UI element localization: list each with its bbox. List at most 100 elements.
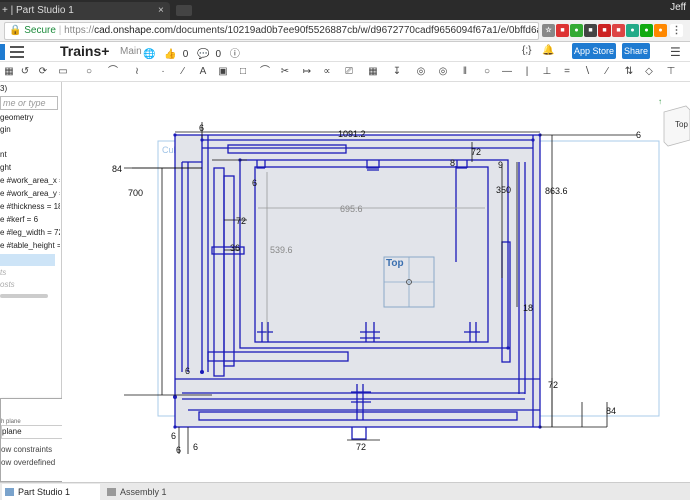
feature-filter-input[interactable]: me or type [0,96,58,110]
onshape-logo-icon[interactable] [0,44,5,60]
feature-item[interactable]: geometry [0,113,60,122]
dim-small-18[interactable]: 18 [523,303,533,313]
vertical-icon[interactable]: | [520,65,534,79]
extension-icon-1[interactable]: ■ [556,24,569,37]
dim-six[interactable]: 6 [193,442,198,452]
user-menu-icon[interactable]: ☰ [670,45,681,59]
workspace-name[interactable]: Main [120,46,142,57]
dim-overall-height[interactable]: 863.6 [545,186,568,196]
selected-feature-highlight[interactable] [0,254,55,266]
dim-right-vertical[interactable]: 350 [496,185,511,195]
feature-item[interactable]: e #kerf = 6 [0,215,60,224]
dim-six[interactable]: 6 [171,431,176,441]
browser-tab[interactable]: + | Part Studio 1 × [0,2,170,20]
sketch-canvas[interactable]: Cub 695.6 539.6 Top 1091.2 863.6 700 84 … [62,82,690,482]
image-icon[interactable]: ▣ [216,65,230,79]
notification-icon[interactable]: 🔔 [542,45,554,56]
concentric-icon[interactable]: ◎ [436,65,450,79]
linear-pattern-icon[interactable]: ▦ [366,65,380,79]
dim-inner-width[interactable]: 695.6 [340,204,363,214]
point-icon[interactable]: · [156,65,170,79]
dim-bottom-right-72[interactable]: 72 [548,380,558,390]
mirror-icon[interactable]: ⎚ [342,65,356,79]
feature-item[interactable]: gin [0,125,60,134]
dim-six[interactable]: 6 [636,130,641,140]
tangent-icon[interactable]: □ [236,65,250,79]
dim-six[interactable]: 6 [252,178,257,188]
circle-icon[interactable]: ○ [82,65,96,79]
dim-six[interactable]: 6 [185,366,190,376]
browser-user[interactable]: Jeff [670,2,686,13]
parts-section-label[interactable]: ts [0,268,60,277]
dim-top-gap[interactable]: 72 [471,147,481,157]
arc-icon[interactable]: ⌒ [106,65,120,79]
trim-icon[interactable]: ✂ [278,65,292,79]
use-icon[interactable]: ⟳ [36,65,50,79]
offset-icon[interactable]: ∝ [320,65,334,79]
fix-icon[interactable]: ⊤ [664,65,678,79]
hamburger-icon[interactable] [10,46,24,58]
dimension-icon[interactable]: ↧ [390,65,404,79]
dim-leg-72[interactable]: 72 [236,216,246,226]
tangent-constraint-icon[interactable]: ○ [480,65,494,79]
coincident-icon[interactable]: ◎ [414,65,428,79]
equal-icon[interactable]: = [560,65,574,79]
document-title[interactable]: Trains+ [60,43,109,59]
feature-item[interactable]: e #work_area_y =... [0,189,60,198]
tab-part-studio[interactable]: Part Studio 1 [2,484,100,500]
redo-icon[interactable]: ↺ [18,65,32,79]
show-constraints-toggle[interactable]: ow constraints [1,445,52,454]
extension-icon-6[interactable]: ● [626,24,639,37]
rectangle-icon[interactable]: ▭ [56,65,70,79]
dim-bottom-72[interactable]: 72 [356,442,366,452]
extend-icon[interactable]: ↦ [300,65,314,79]
dim-six[interactable]: 6 [176,445,181,455]
perpendicular-icon[interactable]: ⊥ [540,65,554,79]
midpoint-icon[interactable]: ∖ [580,65,594,79]
pierce-icon[interactable]: ⇅ [622,65,636,79]
feature-item[interactable]: nt [0,150,60,159]
dim-inner-height[interactable]: 539.6 [270,245,293,255]
parallel-icon[interactable]: ‖ [458,65,472,79]
dim-six[interactable]: 6 [199,123,204,133]
surfaces-section-label[interactable]: osts [0,280,60,289]
globe-icon[interactable]: 🌐 [143,49,155,60]
undo-icon[interactable]: ▦ [2,65,16,79]
dim-left-offset[interactable]: 84 [112,164,122,174]
view-cube-arrow-icon[interactable]: ↑ [658,97,662,106]
dim-leg-36[interactable]: 36 [230,243,240,253]
feature-item[interactable]: ght [0,163,60,172]
new-tab-button[interactable] [176,5,192,16]
share-button[interactable]: Share [622,43,650,59]
sketch-region[interactable] [175,135,540,427]
construction-icon[interactable]: ∕ [176,65,190,79]
show-overdefined-toggle[interactable]: ow overdefined [1,458,55,467]
featurescript-icon[interactable]: {;} [522,45,531,56]
feature-item[interactable]: e #leg_width = 72 [0,228,60,237]
browser-menu-icon[interactable]: ⋮ [670,24,683,37]
star-icon[interactable]: ☆ [542,24,555,37]
extension-icon-3[interactable]: ■ [584,24,597,37]
help-icon[interactable]: ⓘ [230,49,240,60]
dim-overall-width[interactable]: 1091.2 [338,129,366,139]
tab-close-icon[interactable]: × [158,2,164,20]
extension-icon-8[interactable]: ● [654,24,667,37]
text-icon[interactable]: A [196,65,210,79]
dim-nine[interactable]: 9 [498,160,503,170]
extension-icon-2[interactable]: ● [570,24,583,37]
view-cube[interactable]: Top ↑ [658,97,690,147]
like-icon[interactable]: 👍 [164,49,176,60]
feature-item[interactable]: e #work_area_x =... [0,176,60,185]
comment-icon[interactable]: 💬 [197,49,209,60]
tab-assembly[interactable]: Assembly 1 [104,484,184,500]
symmetric-icon[interactable]: ◇ [642,65,656,79]
extension-icon-4[interactable]: ■ [598,24,611,37]
spline-icon[interactable]: ≀ [130,65,144,79]
app-store-button[interactable]: App Store [572,43,616,59]
dim-bottom-right-84[interactable]: 84 [606,406,616,416]
extension-icon-7[interactable]: ● [640,24,653,37]
extension-icon-5[interactable]: ■ [612,24,625,37]
fillet-icon[interactable]: ⌒ [258,65,272,79]
horizontal-icon[interactable]: — [500,65,514,79]
panel-scrollbar[interactable] [0,294,48,298]
